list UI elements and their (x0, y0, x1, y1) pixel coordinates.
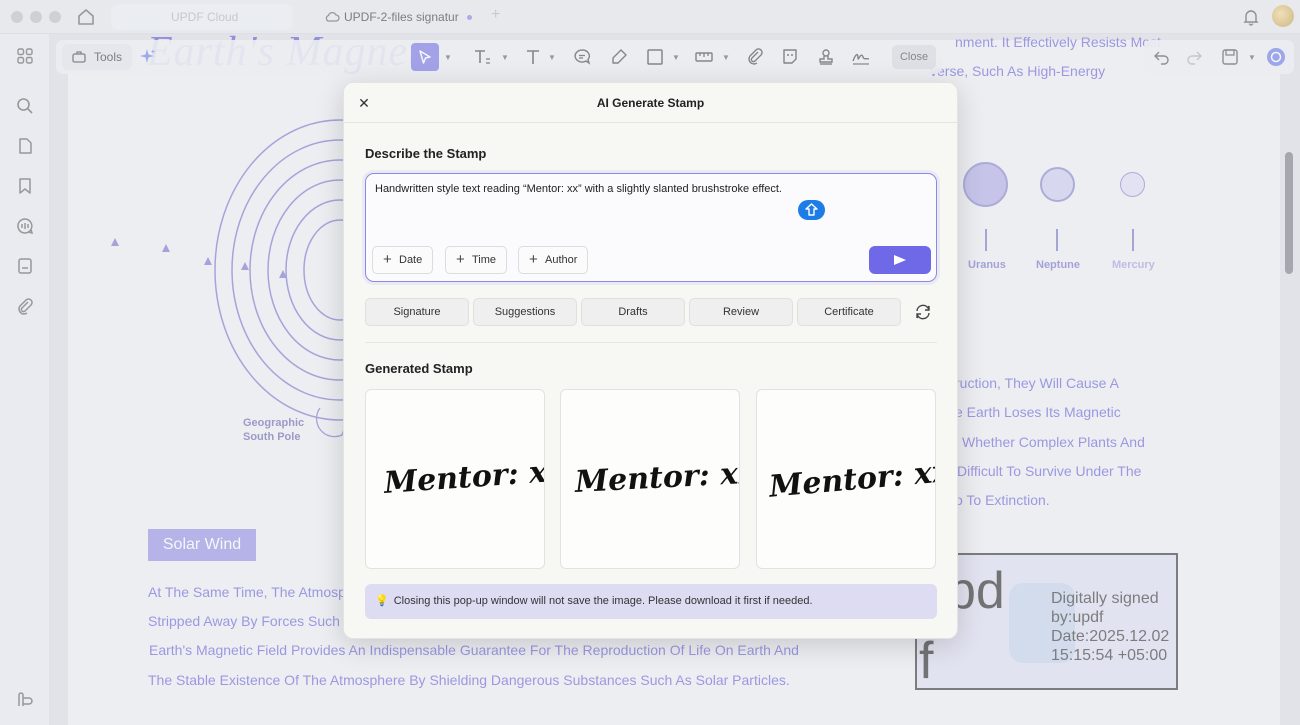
close-icon[interactable]: ✕ (355, 94, 373, 112)
generate-send-button[interactable] (869, 246, 931, 274)
ai-generate-stamp-dialog: AI Generate Stamp ✕ Describe the Stamp H… (343, 82, 958, 639)
chip-label: Date (399, 254, 423, 266)
describe-stamp-heading: Describe the Stamp (365, 146, 487, 161)
generated-stamp-heading: Generated Stamp (365, 361, 473, 376)
stamp-preview: Mentor: xx (767, 454, 936, 505)
dialog-header: AI Generate Stamp ✕ (344, 83, 957, 123)
chip-label: Author (545, 254, 578, 266)
chip-label: Time (472, 254, 497, 266)
enhance-prompt-button[interactable] (798, 200, 825, 220)
lightbulb-icon: 💡 (375, 595, 389, 607)
divider (365, 342, 937, 343)
stamp-description-input[interactable]: Handwritten style text reading “Mentor: … (365, 173, 937, 282)
add-date-chip[interactable]: + Date (372, 246, 434, 274)
stamp-preview: Mentor: xx (382, 453, 545, 501)
tab-drafts[interactable]: Drafts (581, 298, 685, 326)
plus-icon: + (456, 251, 465, 268)
prompt-text: Handwritten style text reading “Mentor: … (375, 183, 782, 195)
refresh-icon[interactable] (914, 303, 932, 321)
magic-wand-icon (805, 203, 818, 216)
tab-signature[interactable]: Signature (365, 298, 469, 326)
tab-certificate[interactable]: Certificate (797, 298, 901, 326)
notice-text: Closing this pop-up window will not save… (393, 595, 813, 607)
generated-stamp-card[interactable]: Mentor: xx (560, 389, 740, 569)
stamp-preview: Mentor: xx (573, 455, 740, 500)
dialog-title: AI Generate Stamp (596, 96, 705, 110)
tab-suggestions[interactable]: Suggestions (473, 298, 577, 326)
stamp-text: Mentor: xx (767, 454, 936, 505)
stamp-text: Mentor: xx (573, 455, 740, 500)
tab-review[interactable]: Review (689, 298, 793, 326)
send-icon (894, 255, 906, 265)
generated-stamp-card[interactable]: Mentor: xx (365, 389, 545, 569)
add-time-chip[interactable]: + Time (445, 246, 508, 274)
stamp-text: Mentor: xx (382, 453, 545, 501)
generated-stamp-card[interactable]: Mentor: xx (756, 389, 936, 569)
add-author-chip[interactable]: + Author (518, 246, 589, 274)
plus-icon: + (383, 251, 392, 268)
plus-icon: + (529, 251, 538, 268)
unsaved-image-notice: 💡 Closing this pop-up window will not sav… (365, 584, 937, 619)
